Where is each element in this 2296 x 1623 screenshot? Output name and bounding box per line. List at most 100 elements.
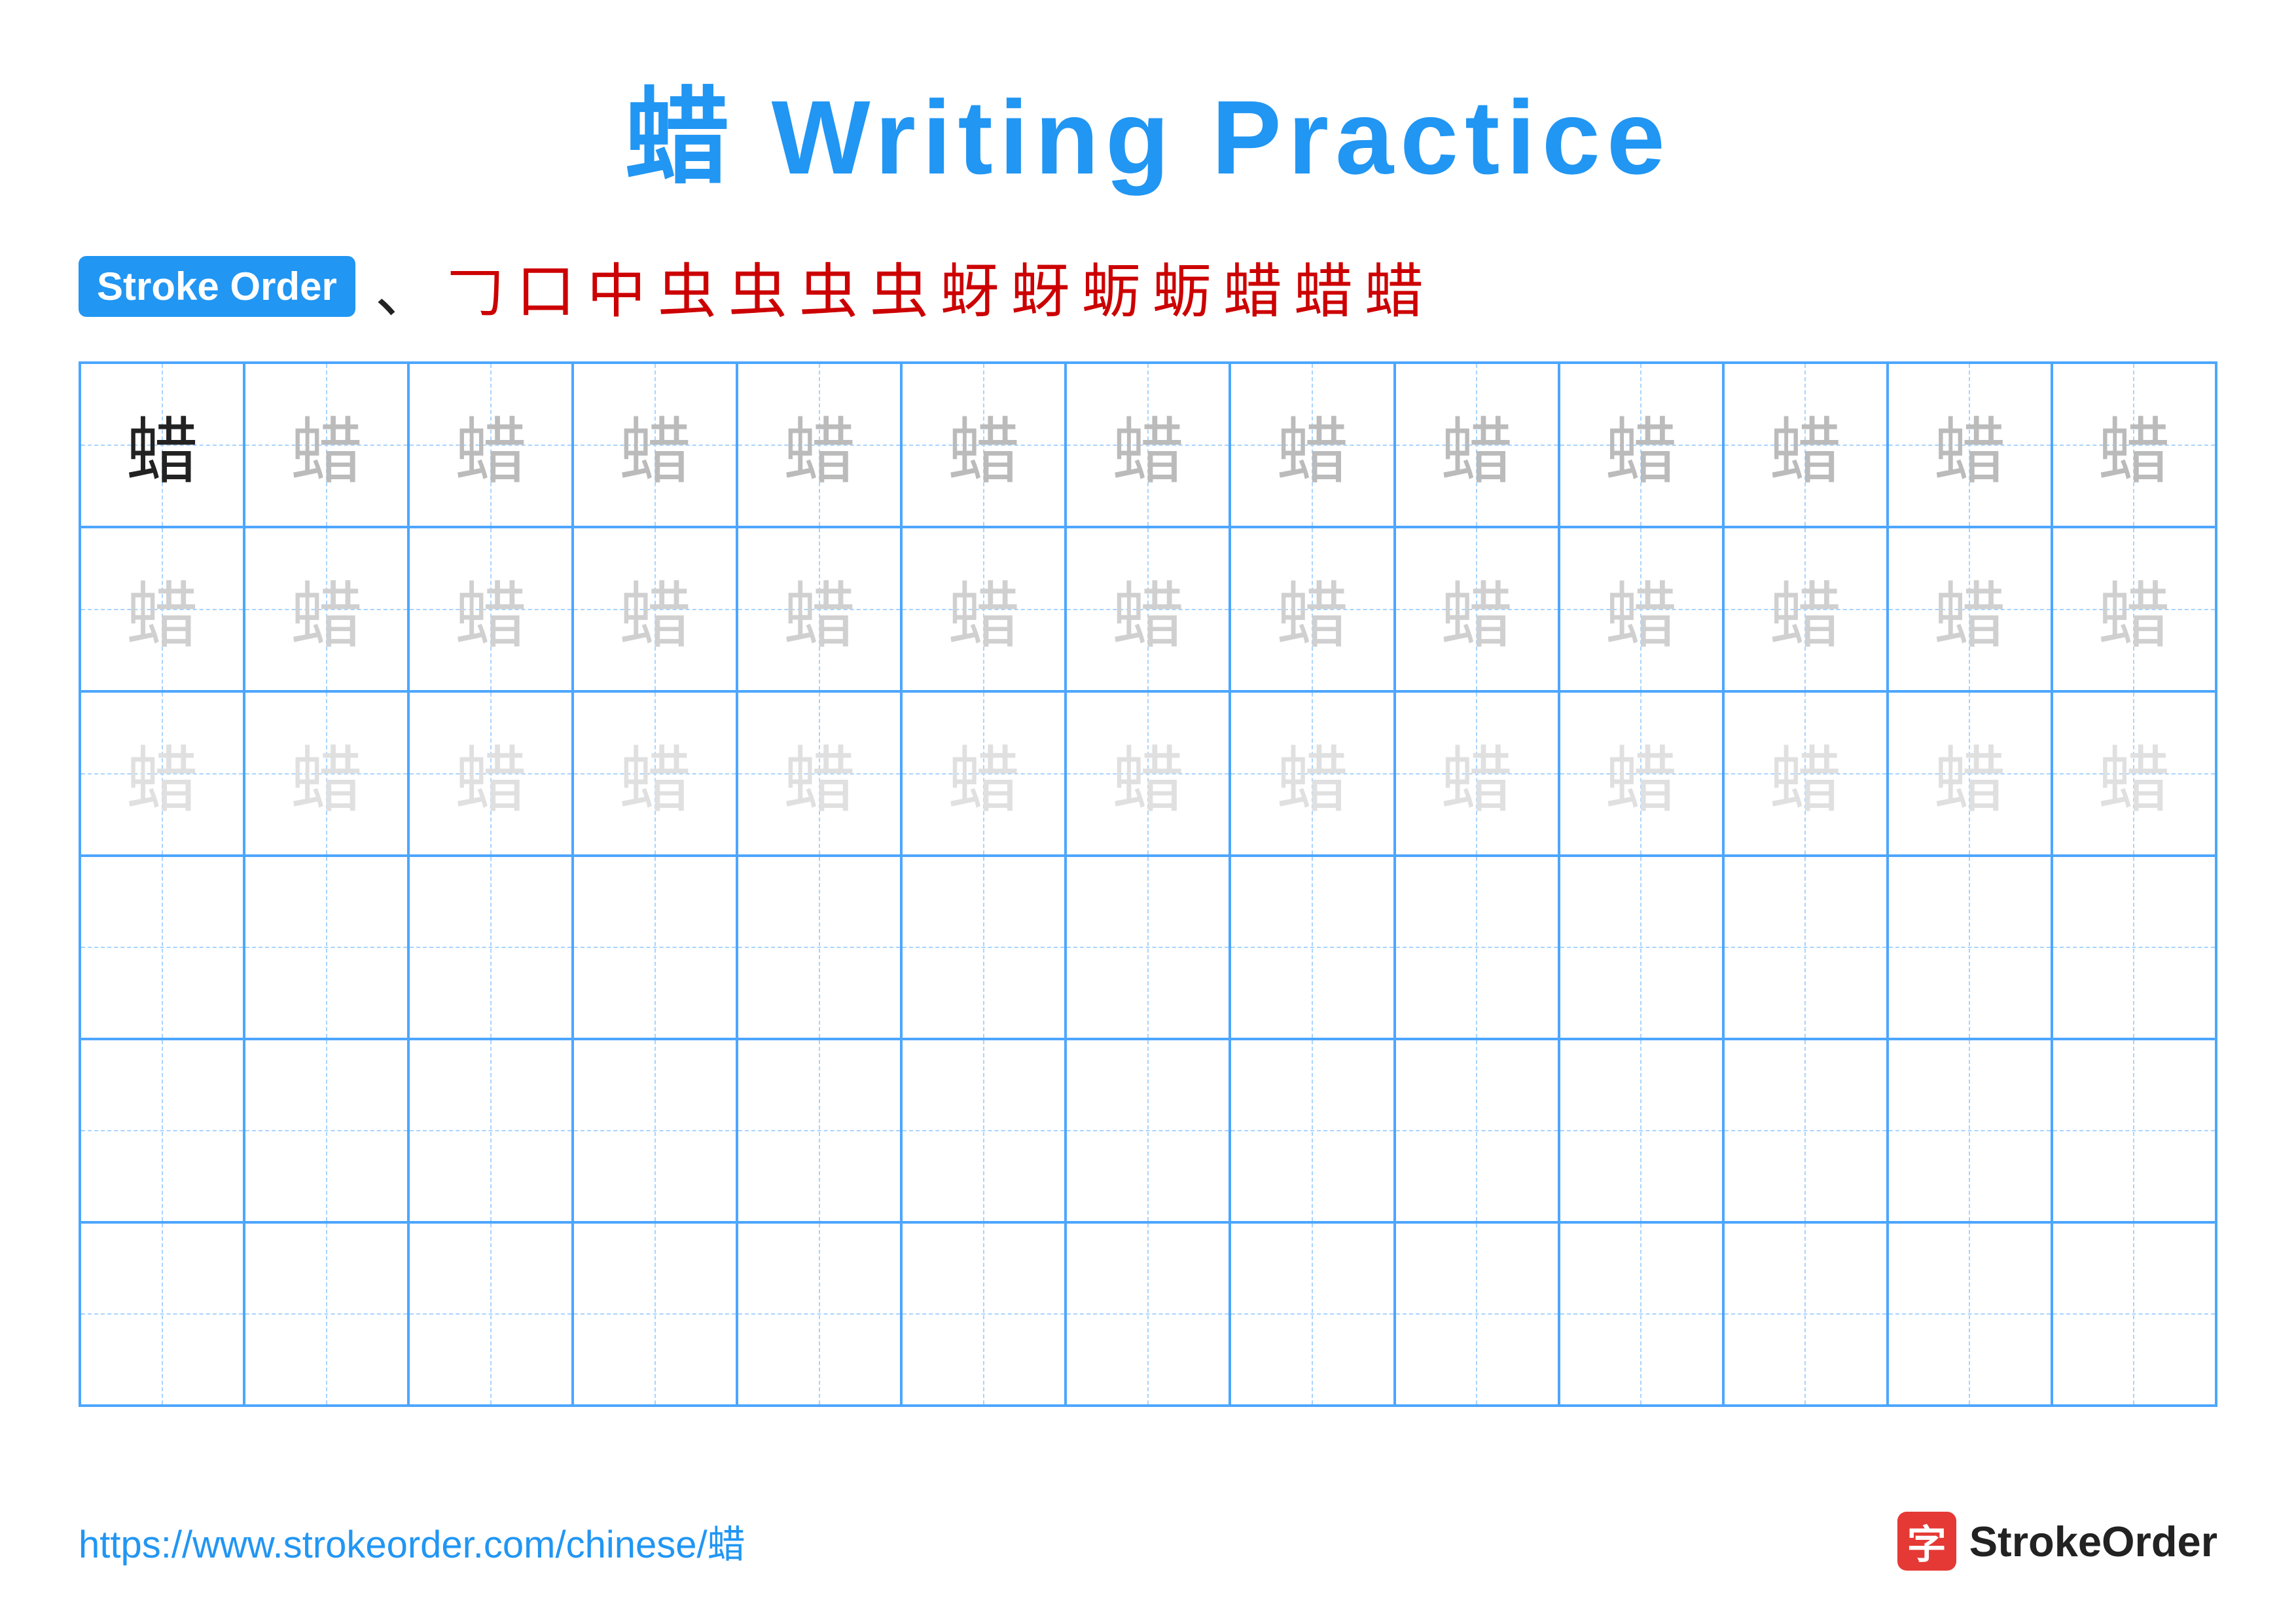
cell-6-3[interactable] — [408, 1222, 573, 1406]
cell-2-12[interactable]: 蜡 — [1888, 527, 2052, 691]
cell-5-11[interactable] — [1723, 1039, 1888, 1222]
cell-1-2[interactable]: 蜡 — [244, 363, 408, 527]
cell-4-11[interactable] — [1723, 856, 1888, 1039]
cell-5-1[interactable] — [80, 1039, 244, 1222]
cell-4-9[interactable] — [1395, 856, 1559, 1039]
char-3-13: 蜡 — [2098, 721, 2170, 826]
cell-3-10[interactable]: 蜡 — [1559, 691, 1723, 856]
cell-2-7[interactable]: 蜡 — [1066, 527, 1230, 691]
stroke-1: 、 — [375, 244, 434, 329]
char-2-8: 蜡 — [1276, 557, 1348, 662]
cell-4-7[interactable] — [1066, 856, 1230, 1039]
cell-3-3[interactable]: 蜡 — [408, 691, 573, 856]
cell-2-5[interactable]: 蜡 — [737, 527, 901, 691]
char-3-1: 蜡 — [126, 721, 198, 826]
cell-5-3[interactable] — [408, 1039, 573, 1222]
cell-6-8[interactable] — [1230, 1222, 1394, 1406]
char-2-11: 蜡 — [1769, 557, 1841, 662]
cell-2-2[interactable]: 蜡 — [244, 527, 408, 691]
cell-2-11[interactable]: 蜡 — [1723, 527, 1888, 691]
stroke-9: 蚜 — [941, 244, 999, 329]
cell-5-2[interactable] — [244, 1039, 408, 1222]
char-1-6: 蜡 — [948, 393, 1020, 498]
cell-1-11[interactable]: 蜡 — [1723, 363, 1888, 527]
cell-6-13[interactable] — [2052, 1222, 2216, 1406]
cell-1-12[interactable]: 蜡 — [1888, 363, 2052, 527]
stroke-chars-container: 、 𠃌 口 中 虫 虫 虫 虫 蚜 蚜 蛎 蛎 蜡 蜡 蜡 — [375, 244, 1424, 329]
cell-1-6[interactable]: 蜡 — [901, 363, 1066, 527]
cell-2-4[interactable]: 蜡 — [573, 527, 737, 691]
cell-3-8[interactable]: 蜡 — [1230, 691, 1394, 856]
cell-3-2[interactable]: 蜡 — [244, 691, 408, 856]
char-2-1: 蜡 — [126, 557, 198, 662]
cell-3-6[interactable]: 蜡 — [901, 691, 1066, 856]
char-1-2: 蜡 — [291, 393, 363, 498]
cell-4-4[interactable] — [573, 856, 737, 1039]
cell-6-11[interactable] — [1723, 1222, 1888, 1406]
cell-3-4[interactable]: 蜡 — [573, 691, 737, 856]
cell-3-1[interactable]: 蜡 — [80, 691, 244, 856]
cell-1-1[interactable]: 蜡 — [80, 363, 244, 527]
cell-5-9[interactable] — [1395, 1039, 1559, 1222]
cell-6-7[interactable] — [1066, 1222, 1230, 1406]
cell-2-13[interactable]: 蜡 — [2052, 527, 2216, 691]
cell-6-1[interactable] — [80, 1222, 244, 1406]
cell-1-8[interactable]: 蜡 — [1230, 363, 1394, 527]
cell-1-7[interactable]: 蜡 — [1066, 363, 1230, 527]
cell-6-4[interactable] — [573, 1222, 737, 1406]
cell-5-7[interactable] — [1066, 1039, 1230, 1222]
cell-5-12[interactable] — [1888, 1039, 2052, 1222]
cell-6-9[interactable] — [1395, 1222, 1559, 1406]
stroke-6: 虫 — [728, 244, 787, 329]
grid-row-4 — [80, 856, 2216, 1039]
cell-6-12[interactable] — [1888, 1222, 2052, 1406]
cell-1-5[interactable]: 蜡 — [737, 363, 901, 527]
cell-2-9[interactable]: 蜡 — [1395, 527, 1559, 691]
cell-3-9[interactable]: 蜡 — [1395, 691, 1559, 856]
cell-6-2[interactable] — [244, 1222, 408, 1406]
cell-5-4[interactable] — [573, 1039, 737, 1222]
cell-1-9[interactable]: 蜡 — [1395, 363, 1559, 527]
cell-4-3[interactable] — [408, 856, 573, 1039]
cell-2-6[interactable]: 蜡 — [901, 527, 1066, 691]
cell-2-3[interactable]: 蜡 — [408, 527, 573, 691]
grid-row-5 — [80, 1039, 2216, 1222]
cell-4-10[interactable] — [1559, 856, 1723, 1039]
cell-5-6[interactable] — [901, 1039, 1066, 1222]
cell-4-1[interactable] — [80, 856, 244, 1039]
cell-6-10[interactable] — [1559, 1222, 1723, 1406]
stroke-12: 蛎 — [1153, 244, 1211, 329]
cell-6-5[interactable] — [737, 1222, 901, 1406]
cell-1-4[interactable]: 蜡 — [573, 363, 737, 527]
cell-2-8[interactable]: 蜡 — [1230, 527, 1394, 691]
cell-5-10[interactable] — [1559, 1039, 1723, 1222]
cell-3-11[interactable]: 蜡 — [1723, 691, 1888, 856]
footer: https://www.strokeorder.com/chinese/蜡 字 … — [79, 1512, 2217, 1571]
cell-4-12[interactable] — [1888, 856, 2052, 1039]
cell-4-6[interactable] — [901, 856, 1066, 1039]
stroke-7: 虫 — [799, 244, 858, 329]
char-3-9: 蜡 — [1441, 721, 1513, 826]
footer-logo: 字 StrokeOrder — [1897, 1512, 2217, 1571]
cell-4-5[interactable] — [737, 856, 901, 1039]
cell-2-1[interactable]: 蜡 — [80, 527, 244, 691]
cell-3-5[interactable]: 蜡 — [737, 691, 901, 856]
cell-3-7[interactable]: 蜡 — [1066, 691, 1230, 856]
cell-3-12[interactable]: 蜡 — [1888, 691, 2052, 856]
footer-url[interactable]: https://www.strokeorder.com/chinese/蜡 — [79, 1514, 745, 1569]
cell-4-2[interactable] — [244, 856, 408, 1039]
char-2-13: 蜡 — [2098, 557, 2170, 662]
cell-4-13[interactable] — [2052, 856, 2216, 1039]
stroke-2: 𠃌 — [446, 244, 505, 329]
cell-5-13[interactable] — [2052, 1039, 2216, 1222]
cell-1-10[interactable]: 蜡 — [1559, 363, 1723, 527]
cell-1-3[interactable]: 蜡 — [408, 363, 573, 527]
cell-2-10[interactable]: 蜡 — [1559, 527, 1723, 691]
cell-1-13[interactable]: 蜡 — [2052, 363, 2216, 527]
cell-5-8[interactable] — [1230, 1039, 1394, 1222]
cell-6-6[interactable] — [901, 1222, 1066, 1406]
cell-5-5[interactable] — [737, 1039, 901, 1222]
cell-4-8[interactable] — [1230, 856, 1394, 1039]
char-1-3: 蜡 — [455, 393, 527, 498]
cell-3-13[interactable]: 蜡 — [2052, 691, 2216, 856]
